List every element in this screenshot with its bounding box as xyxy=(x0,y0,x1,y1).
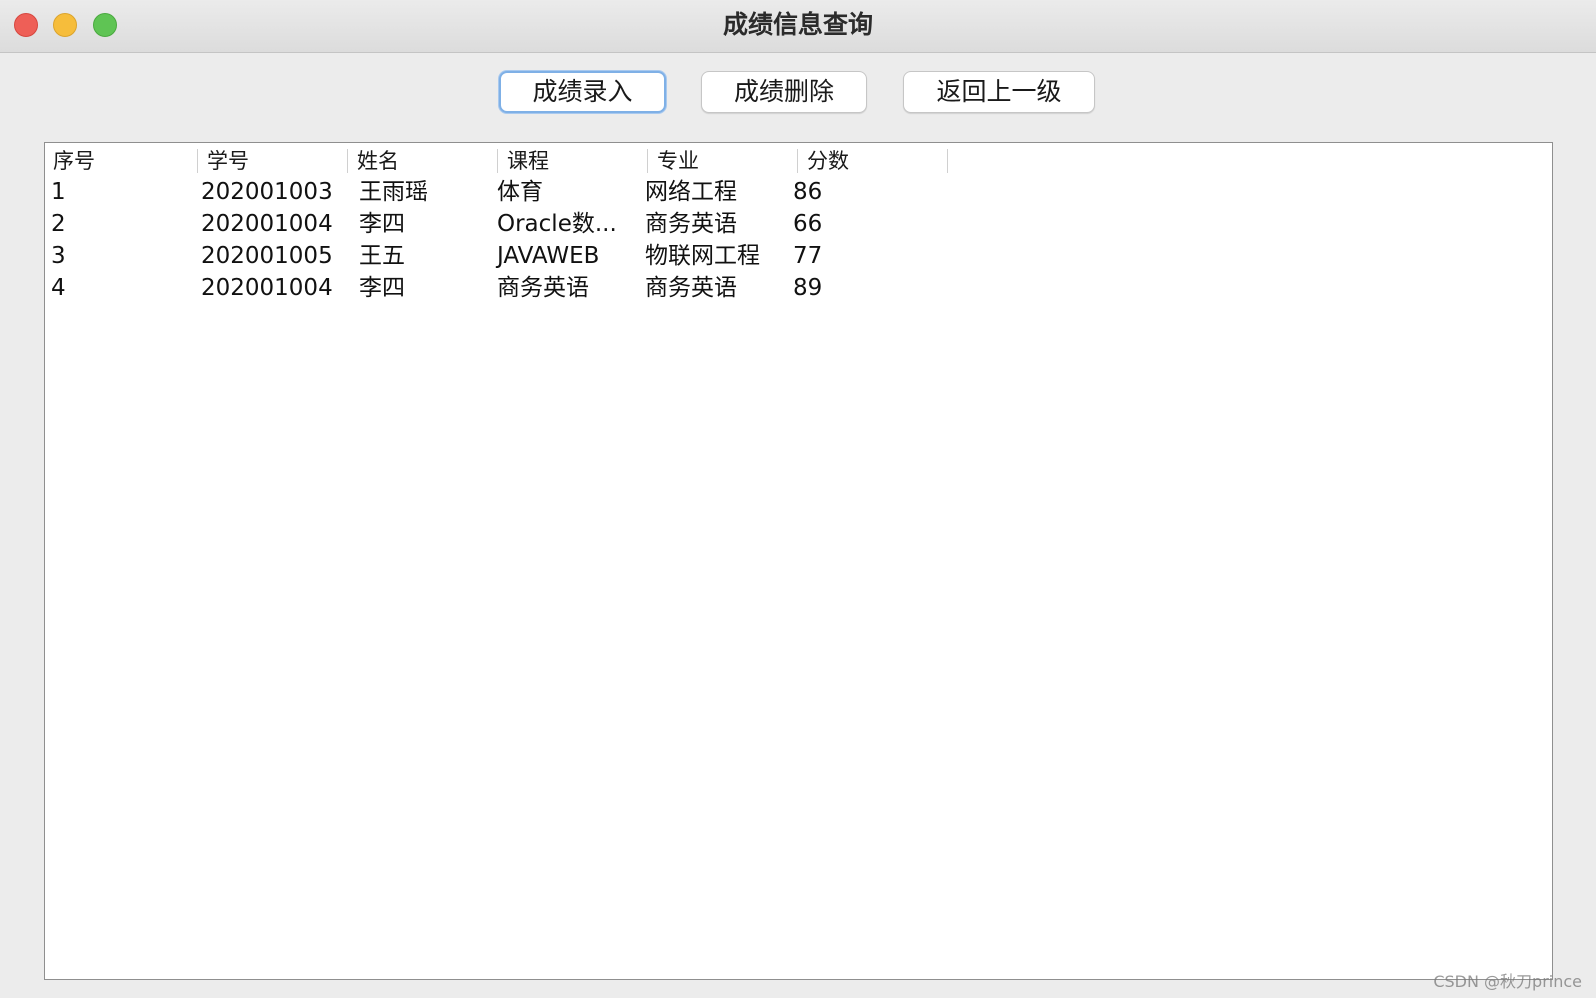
table-header: 序号 学号 姓名 课程 专业 分数 xyxy=(45,143,1552,177)
title-bar[interactable]: 成绩信息查询 xyxy=(0,0,1596,53)
column-divider[interactable] xyxy=(347,149,348,173)
cell-course: Oracle数... xyxy=(497,211,617,237)
table-row[interactable]: 4 202001004 李四 商务英语 商务英语 89 xyxy=(45,272,1552,304)
column-divider[interactable] xyxy=(197,149,198,173)
cell-major: 商务英语 xyxy=(645,211,737,237)
cell-student-id: 202001005 xyxy=(201,243,333,269)
app-window: 成绩信息查询 成绩录入 成绩删除 返回上一级 序号 学号 姓名 课程 专业 分数… xyxy=(0,0,1596,998)
cell-index: 1 xyxy=(51,179,66,205)
cell-student-id: 202001004 xyxy=(201,211,333,237)
cell-score: 86 xyxy=(793,179,823,205)
column-header-name[interactable]: 姓名 xyxy=(349,148,499,174)
cell-index: 3 xyxy=(51,243,66,269)
column-header-index[interactable]: 序号 xyxy=(45,148,195,174)
cell-index: 2 xyxy=(51,211,66,237)
column-divider[interactable] xyxy=(947,149,948,173)
column-header-score[interactable]: 分数 xyxy=(799,148,949,174)
column-header-student-id[interactable]: 学号 xyxy=(199,148,349,174)
cell-name: 李四 xyxy=(359,275,405,301)
table-row[interactable]: 2 202001004 李四 Oracle数... 商务英语 66 xyxy=(45,208,1552,240)
table-row[interactable]: 1 202001003 王雨瑶 体育 网络工程 86 xyxy=(45,176,1552,208)
column-divider[interactable] xyxy=(647,149,648,173)
cell-name: 李四 xyxy=(359,211,405,237)
grade-delete-button[interactable]: 成绩删除 xyxy=(701,71,867,113)
back-button[interactable]: 返回上一级 xyxy=(903,71,1095,113)
cell-course: JAVAWEB xyxy=(497,243,600,269)
cell-score: 77 xyxy=(793,243,823,269)
cell-major: 商务英语 xyxy=(645,275,737,301)
table-row[interactable]: 3 202001005 王五 JAVAWEB 物联网工程 77 xyxy=(45,240,1552,272)
column-divider[interactable] xyxy=(797,149,798,173)
cell-major: 物联网工程 xyxy=(645,243,760,269)
watermark: CSDN @秋刀prince xyxy=(1433,972,1582,991)
cell-course: 体育 xyxy=(497,179,543,205)
cell-score: 89 xyxy=(793,275,823,301)
cell-course: 商务英语 xyxy=(497,275,589,301)
column-divider[interactable] xyxy=(497,149,498,173)
cell-student-id: 202001004 xyxy=(201,275,333,301)
cell-index: 4 xyxy=(51,275,66,301)
cell-name: 王五 xyxy=(359,243,405,269)
column-header-major[interactable]: 专业 xyxy=(649,148,799,174)
window-title: 成绩信息查询 xyxy=(722,10,873,39)
grades-table[interactable]: 序号 学号 姓名 课程 专业 分数 1 202001003 王雨瑶 体育 网络工… xyxy=(44,142,1553,980)
column-header-course[interactable]: 课程 xyxy=(499,148,649,174)
grade-entry-button[interactable]: 成绩录入 xyxy=(499,71,666,113)
cell-major: 网络工程 xyxy=(645,179,737,205)
cell-student-id: 202001003 xyxy=(201,179,333,205)
cell-name: 王雨瑶 xyxy=(359,179,428,205)
cell-score: 66 xyxy=(793,211,823,237)
